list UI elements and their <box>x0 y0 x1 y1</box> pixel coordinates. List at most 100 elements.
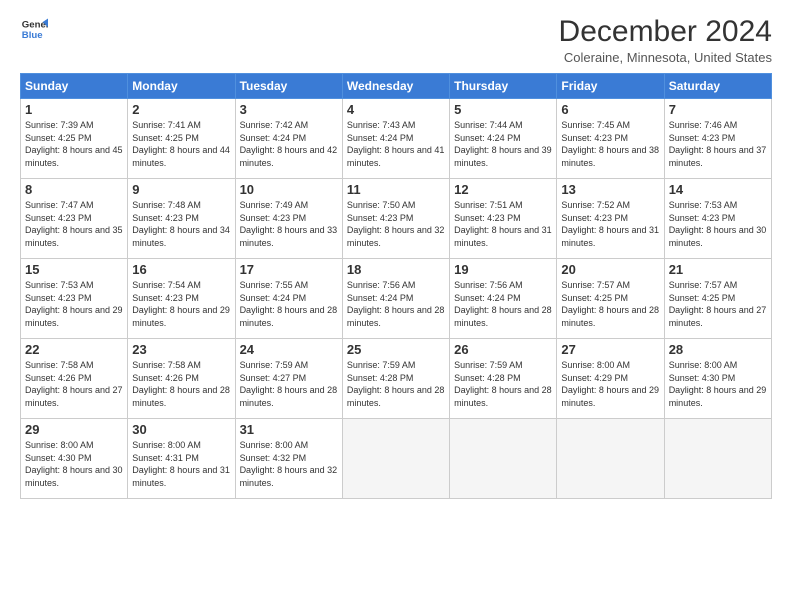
calendar-week-row: 1 Sunrise: 7:39 AMSunset: 4:25 PMDayligh… <box>21 99 772 179</box>
page: General Blue December 2024 Coleraine, Mi… <box>0 0 792 612</box>
calendar-day-cell: 12 Sunrise: 7:51 AMSunset: 4:23 PMDaylig… <box>450 179 557 259</box>
day-info: Sunrise: 7:56 AMSunset: 4:24 PMDaylight:… <box>454 280 552 328</box>
day-info: Sunrise: 7:52 AMSunset: 4:23 PMDaylight:… <box>561 200 659 248</box>
calendar-day-cell <box>557 419 664 499</box>
day-info: Sunrise: 7:41 AMSunset: 4:25 PMDaylight:… <box>132 120 230 168</box>
svg-text:General: General <box>22 19 48 30</box>
calendar-day-cell: 20 Sunrise: 7:57 AMSunset: 4:25 PMDaylig… <box>557 259 664 339</box>
calendar-header-row: SundayMondayTuesdayWednesdayThursdayFrid… <box>21 74 772 99</box>
calendar-day-header: Monday <box>128 74 235 99</box>
subtitle: Coleraine, Minnesota, United States <box>559 50 772 65</box>
day-number: 20 <box>561 262 659 277</box>
calendar-day-header: Tuesday <box>235 74 342 99</box>
day-info: Sunrise: 7:57 AMSunset: 4:25 PMDaylight:… <box>669 280 767 328</box>
calendar-day-cell: 7 Sunrise: 7:46 AMSunset: 4:23 PMDayligh… <box>664 99 771 179</box>
day-info: Sunrise: 7:51 AMSunset: 4:23 PMDaylight:… <box>454 200 552 248</box>
day-number: 13 <box>561 182 659 197</box>
calendar-week-row: 15 Sunrise: 7:53 AMSunset: 4:23 PMDaylig… <box>21 259 772 339</box>
calendar-day-cell: 3 Sunrise: 7:42 AMSunset: 4:24 PMDayligh… <box>235 99 342 179</box>
day-number: 15 <box>25 262 123 277</box>
day-info: Sunrise: 7:39 AMSunset: 4:25 PMDaylight:… <box>25 120 123 168</box>
calendar-day-cell <box>450 419 557 499</box>
day-info: Sunrise: 8:00 AMSunset: 4:30 PMDaylight:… <box>25 440 123 488</box>
day-number: 7 <box>669 102 767 117</box>
calendar-day-cell: 22 Sunrise: 7:58 AMSunset: 4:26 PMDaylig… <box>21 339 128 419</box>
calendar-day-cell: 16 Sunrise: 7:54 AMSunset: 4:23 PMDaylig… <box>128 259 235 339</box>
day-number: 9 <box>132 182 230 197</box>
calendar-week-row: 22 Sunrise: 7:58 AMSunset: 4:26 PMDaylig… <box>21 339 772 419</box>
calendar-day-cell: 27 Sunrise: 8:00 AMSunset: 4:29 PMDaylig… <box>557 339 664 419</box>
day-number: 27 <box>561 342 659 357</box>
calendar-day-header: Sunday <box>21 74 128 99</box>
day-info: Sunrise: 7:57 AMSunset: 4:25 PMDaylight:… <box>561 280 659 328</box>
day-info: Sunrise: 7:53 AMSunset: 4:23 PMDaylight:… <box>669 200 767 248</box>
calendar-day-header: Saturday <box>664 74 771 99</box>
day-info: Sunrise: 7:55 AMSunset: 4:24 PMDaylight:… <box>240 280 338 328</box>
day-info: Sunrise: 8:00 AMSunset: 4:30 PMDaylight:… <box>669 360 767 408</box>
calendar-day-cell <box>342 419 449 499</box>
calendar-day-cell: 9 Sunrise: 7:48 AMSunset: 4:23 PMDayligh… <box>128 179 235 259</box>
day-info: Sunrise: 7:44 AMSunset: 4:24 PMDaylight:… <box>454 120 552 168</box>
day-info: Sunrise: 7:58 AMSunset: 4:26 PMDaylight:… <box>25 360 123 408</box>
day-info: Sunrise: 7:43 AMSunset: 4:24 PMDaylight:… <box>347 120 445 168</box>
day-number: 25 <box>347 342 445 357</box>
day-info: Sunrise: 7:59 AMSunset: 4:28 PMDaylight:… <box>347 360 445 408</box>
calendar-day-cell: 17 Sunrise: 7:55 AMSunset: 4:24 PMDaylig… <box>235 259 342 339</box>
logo-icon: General Blue <box>20 15 48 43</box>
calendar-day-cell: 31 Sunrise: 8:00 AMSunset: 4:32 PMDaylig… <box>235 419 342 499</box>
day-number: 10 <box>240 182 338 197</box>
day-number: 16 <box>132 262 230 277</box>
day-info: Sunrise: 8:00 AMSunset: 4:29 PMDaylight:… <box>561 360 659 408</box>
calendar-day-cell: 15 Sunrise: 7:53 AMSunset: 4:23 PMDaylig… <box>21 259 128 339</box>
day-info: Sunrise: 7:59 AMSunset: 4:28 PMDaylight:… <box>454 360 552 408</box>
calendar-week-row: 29 Sunrise: 8:00 AMSunset: 4:30 PMDaylig… <box>21 419 772 499</box>
day-number: 8 <box>25 182 123 197</box>
day-info: Sunrise: 7:48 AMSunset: 4:23 PMDaylight:… <box>132 200 230 248</box>
main-title: December 2024 <box>559 15 772 48</box>
day-number: 5 <box>454 102 552 117</box>
calendar-day-cell: 30 Sunrise: 8:00 AMSunset: 4:31 PMDaylig… <box>128 419 235 499</box>
calendar-day-header: Friday <box>557 74 664 99</box>
calendar-week-row: 8 Sunrise: 7:47 AMSunset: 4:23 PMDayligh… <box>21 179 772 259</box>
day-number: 21 <box>669 262 767 277</box>
calendar-day-cell: 25 Sunrise: 7:59 AMSunset: 4:28 PMDaylig… <box>342 339 449 419</box>
day-number: 2 <box>132 102 230 117</box>
day-number: 18 <box>347 262 445 277</box>
day-number: 12 <box>454 182 552 197</box>
day-number: 30 <box>132 422 230 437</box>
day-number: 4 <box>347 102 445 117</box>
calendar-day-cell: 4 Sunrise: 7:43 AMSunset: 4:24 PMDayligh… <box>342 99 449 179</box>
day-number: 22 <box>25 342 123 357</box>
day-number: 1 <box>25 102 123 117</box>
calendar-day-cell: 11 Sunrise: 7:50 AMSunset: 4:23 PMDaylig… <box>342 179 449 259</box>
calendar-day-cell: 18 Sunrise: 7:56 AMSunset: 4:24 PMDaylig… <box>342 259 449 339</box>
day-info: Sunrise: 7:50 AMSunset: 4:23 PMDaylight:… <box>347 200 445 248</box>
day-info: Sunrise: 7:46 AMSunset: 4:23 PMDaylight:… <box>669 120 767 168</box>
day-info: Sunrise: 8:00 AMSunset: 4:31 PMDaylight:… <box>132 440 230 488</box>
calendar-table: SundayMondayTuesdayWednesdayThursdayFrid… <box>20 73 772 499</box>
calendar-day-cell: 29 Sunrise: 8:00 AMSunset: 4:30 PMDaylig… <box>21 419 128 499</box>
day-info: Sunrise: 7:49 AMSunset: 4:23 PMDaylight:… <box>240 200 338 248</box>
day-number: 24 <box>240 342 338 357</box>
calendar-day-cell: 24 Sunrise: 7:59 AMSunset: 4:27 PMDaylig… <box>235 339 342 419</box>
day-info: Sunrise: 7:59 AMSunset: 4:27 PMDaylight:… <box>240 360 338 408</box>
day-number: 26 <box>454 342 552 357</box>
day-number: 11 <box>347 182 445 197</box>
calendar-day-cell: 5 Sunrise: 7:44 AMSunset: 4:24 PMDayligh… <box>450 99 557 179</box>
day-number: 17 <box>240 262 338 277</box>
day-info: Sunrise: 7:47 AMSunset: 4:23 PMDaylight:… <box>25 200 123 248</box>
calendar-day-cell: 10 Sunrise: 7:49 AMSunset: 4:23 PMDaylig… <box>235 179 342 259</box>
calendar-day-cell: 14 Sunrise: 7:53 AMSunset: 4:23 PMDaylig… <box>664 179 771 259</box>
logo: General Blue <box>20 15 48 43</box>
calendar-day-cell: 2 Sunrise: 7:41 AMSunset: 4:25 PMDayligh… <box>128 99 235 179</box>
calendar-day-header: Thursday <box>450 74 557 99</box>
day-info: Sunrise: 7:54 AMSunset: 4:23 PMDaylight:… <box>132 280 230 328</box>
calendar-day-cell: 8 Sunrise: 7:47 AMSunset: 4:23 PMDayligh… <box>21 179 128 259</box>
calendar-day-header: Wednesday <box>342 74 449 99</box>
calendar-day-cell: 1 Sunrise: 7:39 AMSunset: 4:25 PMDayligh… <box>21 99 128 179</box>
day-number: 19 <box>454 262 552 277</box>
day-number: 23 <box>132 342 230 357</box>
calendar-day-cell: 23 Sunrise: 7:58 AMSunset: 4:26 PMDaylig… <box>128 339 235 419</box>
day-info: Sunrise: 7:53 AMSunset: 4:23 PMDaylight:… <box>25 280 123 328</box>
day-info: Sunrise: 7:56 AMSunset: 4:24 PMDaylight:… <box>347 280 445 328</box>
